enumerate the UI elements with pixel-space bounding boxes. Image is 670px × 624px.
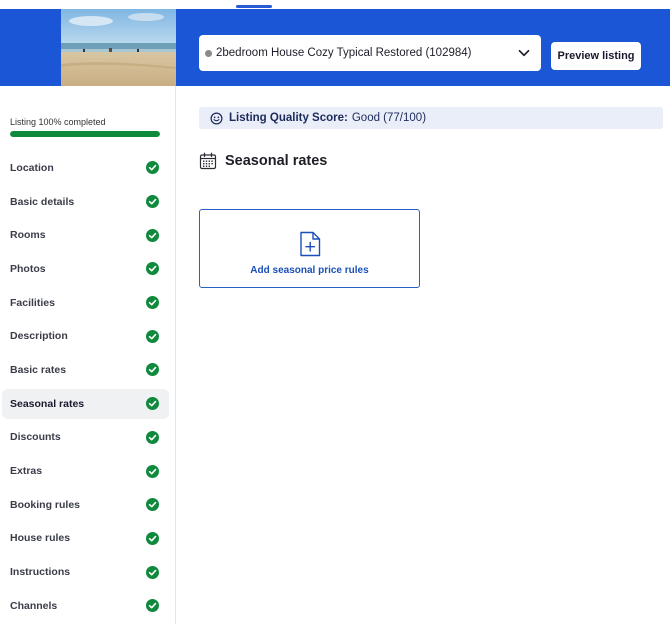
check-circle-icon	[146, 228, 159, 242]
check-circle-icon	[146, 599, 159, 613]
check-circle-icon	[146, 195, 159, 209]
check-circle-icon	[146, 363, 159, 377]
quality-score-title: Listing Quality Score:	[229, 112, 348, 124]
listing-selector[interactable]: 2bedroom House Cozy Typical Restored (10…	[199, 35, 541, 71]
listing-quality-score-bar[interactable]: Listing Quality Score: Good (77/100)	[199, 107, 663, 129]
active-tab-indicator	[236, 5, 272, 8]
check-circle-icon	[146, 161, 159, 175]
add-document-icon	[300, 231, 321, 257]
check-circle-icon	[146, 430, 159, 444]
sidebar-item-seasonal-rates[interactable]: Seasonal rates	[0, 387, 176, 421]
sidebar: Listing 100% completed Location Basic det…	[0, 86, 176, 624]
sidebar-item-photos[interactable]: Photos	[0, 252, 176, 286]
sidebar-item-basic-details[interactable]: Basic details	[0, 185, 176, 219]
listing-selector-value: 2bedroom House Cozy Typical Restored (10…	[216, 47, 472, 59]
check-circle-icon	[146, 498, 159, 512]
sidebar-item-instructions[interactable]: Instructions	[0, 555, 176, 589]
sidebar-item-extras[interactable]: Extras	[0, 454, 176, 488]
header-bar: 2bedroom House Cozy Typical Restored (10…	[0, 9, 670, 86]
check-circle-icon	[146, 262, 159, 276]
check-circle-icon	[146, 464, 159, 478]
sidebar-item-booking-rules[interactable]: Booking rules	[0, 488, 176, 522]
sidebar-nav: Location Basic details Rooms Photos Faciliti…	[0, 151, 176, 623]
listing-photo	[61, 9, 176, 86]
sidebar-item-rooms[interactable]: Rooms	[0, 218, 176, 252]
sidebar-item-basic-rates[interactable]: Basic rates	[0, 353, 176, 387]
chevron-down-icon	[518, 49, 530, 57]
beach-photo-image	[61, 9, 176, 86]
progress-bar	[10, 131, 160, 137]
sidebar-item-location[interactable]: Location	[0, 151, 176, 185]
check-circle-icon	[146, 397, 159, 411]
sidebar-item-house-rules[interactable]: House rules	[0, 522, 176, 556]
page-title: Seasonal rates	[225, 153, 328, 169]
quality-score-value: Good (77/100)	[351, 112, 427, 124]
check-circle-icon	[146, 296, 159, 310]
sidebar-item-discounts[interactable]: Discounts	[0, 421, 176, 455]
status-dot-icon	[205, 49, 212, 57]
add-seasonal-price-rules-button[interactable]: Add seasonal price rules	[199, 209, 420, 288]
check-circle-icon	[146, 565, 159, 579]
smiley-icon	[210, 112, 223, 124]
top-strip	[0, 0, 670, 9]
progress-label: Listing 100% completed	[10, 117, 106, 127]
check-circle-icon	[146, 531, 159, 545]
progress-bar-fill	[10, 131, 160, 137]
main-content: Listing Quality Score: Good (77/100) Sea…	[176, 86, 670, 624]
section-header: Seasonal rates	[199, 152, 327, 170]
sidebar-item-facilities[interactable]: Facilities	[0, 286, 176, 320]
check-circle-icon	[146, 329, 159, 343]
sidebar-item-description[interactable]: Description	[0, 319, 176, 353]
calendar-icon	[199, 152, 217, 170]
preview-listing-button[interactable]: Preview listing	[551, 42, 641, 70]
add-seasonal-price-rules-label: Add seasonal price rules	[250, 265, 369, 276]
sidebar-item-channels[interactable]: Channels	[0, 589, 176, 623]
